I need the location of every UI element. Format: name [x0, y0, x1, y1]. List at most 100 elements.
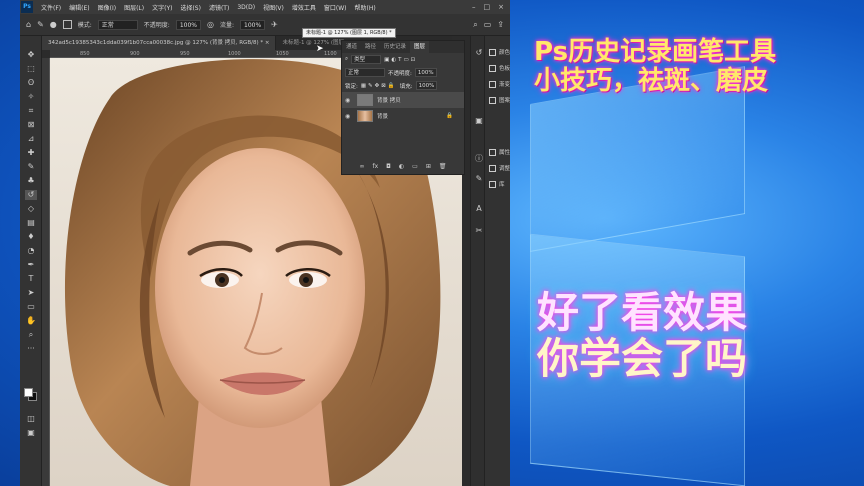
quick-select-tool-icon[interactable]: ✧ [25, 92, 37, 102]
menu-file[interactable]: 文件(F) [37, 3, 65, 12]
menu-select[interactable]: 选择(S) [176, 3, 205, 12]
dock-color[interactable]: 颜色 [489, 48, 510, 56]
menu-filter[interactable]: 滤镜(T) [205, 3, 233, 12]
foreground-color-swatch[interactable] [24, 388, 33, 397]
dock-gradients[interactable]: 渐变 [489, 80, 510, 88]
dock-patterns[interactable]: 图案 [489, 96, 510, 104]
hand-tool-icon[interactable]: ✋ [25, 316, 37, 326]
airbrush-icon[interactable]: ✈ [271, 20, 278, 29]
path-select-icon[interactable]: ➤ [25, 288, 37, 298]
workspace-icon[interactable]: ▭ [484, 20, 492, 29]
fill-input[interactable]: 100% [415, 81, 438, 90]
dock-libraries[interactable]: 库 [489, 180, 505, 188]
menu-layer[interactable]: 图层(L) [120, 3, 148, 12]
pen-tool-icon[interactable]: ✒ [25, 260, 37, 270]
mouse-cursor-icon: ➤ [316, 44, 324, 54]
share-icon[interactable]: ⇪ [497, 20, 504, 29]
tab-document-photo[interactable]: 342ad5c19385343c1dda039f1b07cca00038c.jp… [42, 36, 277, 50]
dock-label: 渐变 [499, 82, 510, 88]
filter-icons[interactable]: ▣◐T▭⊡ [384, 57, 417, 63]
tab-layers[interactable]: 图层 [410, 41, 430, 53]
brush-tool-icon[interactable]: ✎ [37, 20, 44, 29]
zoom-tool-icon[interactable]: ⌕ [25, 330, 37, 340]
layer-opacity-input[interactable]: 100% [414, 68, 437, 77]
menu-view[interactable]: 视图(V) [259, 3, 288, 12]
screen-mode-icon[interactable]: ▣ [25, 428, 37, 438]
frame-tool-icon[interactable]: ⊠ [25, 120, 37, 130]
opacity-input[interactable]: 100% [175, 19, 201, 30]
history-brush-icon[interactable]: ↺ [25, 190, 37, 200]
close-icon[interactable]: × [498, 3, 504, 11]
lasso-tool-icon[interactable]: ʘ [25, 78, 37, 88]
dock-swatches[interactable]: 色板 [489, 64, 510, 72]
ruler-tick: 1000 [228, 51, 241, 57]
visibility-eye-icon[interactable]: ◉ [345, 97, 353, 104]
dodge-tool-icon[interactable]: ◔ [25, 246, 37, 256]
clone-stamp-icon[interactable]: ♣ [25, 176, 37, 186]
menu-window[interactable]: 窗口(W) [320, 3, 351, 12]
pressure-opacity-icon[interactable]: ◎ [207, 20, 214, 29]
dock-label: 色板 [499, 66, 510, 72]
menu-plugins[interactable]: 增效工具 [288, 3, 320, 12]
visibility-eye-icon[interactable]: ◉ [345, 113, 353, 120]
move-tool-icon[interactable]: ✥ [25, 50, 37, 60]
eraser-tool-icon[interactable]: ◇ [25, 204, 37, 214]
search-icon[interactable]: ⌕ [473, 20, 477, 30]
dock-panels: 颜色 色板 渐变 图案 属性 调整 库 [484, 36, 510, 486]
eyedropper-tool-icon[interactable]: ⊿ [25, 134, 37, 144]
dock-label: 库 [499, 182, 505, 188]
menu-3d[interactable]: 3D(D) [233, 4, 259, 11]
layer-kind-select[interactable]: 类型 [351, 55, 382, 64]
menu-image[interactable]: 图像(I) [94, 3, 120, 12]
marquee-tool-icon[interactable]: ⬚ [25, 64, 37, 74]
dock-properties[interactable]: 属性 [489, 148, 510, 156]
delete-layer-icon[interactable]: 🗑 [439, 163, 447, 170]
dock-label: 调整 [499, 166, 510, 172]
blur-tool-icon[interactable]: ♦ [25, 232, 37, 242]
gradient-tool-icon[interactable]: ▤ [25, 218, 37, 228]
color-icon [489, 48, 496, 56]
title-line-2: 小技巧，祛斑、磨皮 [534, 66, 769, 96]
layer-row[interactable]: ◉ 背景 🔒 [342, 108, 464, 124]
dock-icon-strip: ↺ ▣ ⓘ ✎ A ✂ [470, 36, 484, 486]
opacity-label: 不透明度: [388, 70, 412, 77]
quick-mask-icon[interactable]: ◫ [25, 414, 37, 424]
maximize-icon[interactable]: □ [484, 3, 491, 11]
tab-history[interactable]: 历史记录 [380, 41, 410, 53]
healing-brush-icon[interactable]: ✚ [25, 148, 37, 158]
more-tools-icon[interactable]: ··· [25, 344, 37, 354]
menu-type[interactable]: 文字(Y) [148, 3, 176, 12]
dock-adjustments[interactable]: 调整 [489, 164, 510, 172]
home-icon[interactable]: ⌂ [26, 20, 31, 29]
tutorial-title: Ps历史记录画笔工具 小技巧，祛斑、磨皮 [534, 38, 776, 96]
add-mask-icon[interactable]: ◘ [386, 163, 391, 170]
menu-bar: Ps 文件(F) 编辑(E) 图像(I) 图层(L) 文字(Y) 选择(S) 滤… [20, 0, 510, 14]
brush-tool-icon[interactable]: ✎ [25, 162, 37, 172]
new-group-icon[interactable]: ▭ [412, 163, 418, 170]
flow-input[interactable]: 100% [240, 19, 266, 30]
ruler-tick: 950 [180, 51, 190, 57]
tab-paths[interactable]: 路径 [361, 41, 380, 53]
type-tool-icon[interactable]: T [25, 274, 37, 284]
tab-close-icon[interactable]: × [265, 40, 270, 46]
new-layer-icon[interactable]: ⊞ [426, 163, 431, 170]
brush-panel-icon[interactable] [62, 20, 72, 29]
tab-channels[interactable]: 通道 [342, 41, 361, 53]
link-layers-icon[interactable]: ∞ [360, 163, 365, 170]
search-icon: ⌕ [345, 56, 349, 62]
minimize-icon[interactable]: – [472, 3, 476, 11]
lock-icon: 🔒 [446, 113, 453, 119]
menu-edit[interactable]: 编辑(E) [65, 3, 93, 12]
fx-icon[interactable]: fx [373, 163, 379, 170]
mode-select[interactable]: 正常 [97, 19, 138, 30]
blend-mode-select[interactable]: 正常 [345, 68, 385, 77]
lock-icons[interactable]: ▦✎✥⊠🔒 [361, 83, 397, 89]
menu-help[interactable]: 帮助(H) [351, 3, 380, 12]
layer-row[interactable]: ◉ 背景 拷贝 [342, 92, 464, 108]
tab-label: 342ad5c19385343c1dda039f1b07cca00038c.jp… [48, 40, 264, 46]
crop-tool-icon[interactable]: ⌗ [25, 106, 37, 116]
shape-tool-icon[interactable]: ▭ [25, 302, 37, 312]
caption-line-2: 你学会了吗 [537, 334, 748, 383]
brush-size-icon[interactable]: ● [50, 20, 57, 29]
adjustment-layer-icon[interactable]: ◐ [399, 163, 404, 170]
